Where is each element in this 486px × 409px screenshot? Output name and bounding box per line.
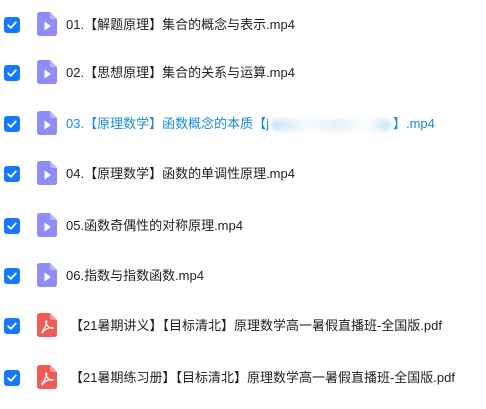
video-file-icon [37,263,57,287]
file-row[interactable]: 02.【思想原理】集合的关系与运算.mp4 [0,48,486,98]
video-file-icon [37,12,57,36]
file-name[interactable]: 02.【思想原理】集合的关系与运算.mp4 [66,65,295,81]
checkmark-icon [7,222,17,230]
file-row[interactable]: 05.函数奇偶性的对称原理.mp4 [0,201,486,251]
video-file-icon [37,111,57,135]
file-row[interactable]: 01.【解题原理】集合的概念与表示.mp4 [0,0,486,50]
checkbox[interactable] [4,318,20,334]
file-name[interactable]: 【21暑期练习册】【目标清北】原理数学高一暑假直播班-全国版.pdf [70,370,455,386]
file-name[interactable]: 03.【原理数学】函数概念的本质【j 】.mp4 [66,116,435,132]
file-row-selected[interactable]: 03.【原理数学】函数概念的本质【j 】.mp4 [0,99,486,149]
checkmark-icon [7,21,17,29]
file-name[interactable]: 01.【解题原理】集合的概念与表示.mp4 [66,17,295,33]
checkbox[interactable] [4,17,20,33]
pdf-file-icon [37,365,57,389]
file-name[interactable]: 05.函数奇偶性的对称原理.mp4 [66,218,243,234]
file-name[interactable]: 04.【原理数学】函数的单调性原理.mp4 [66,166,295,182]
checkbox[interactable] [4,268,20,284]
video-file-icon [37,161,57,185]
file-name-suffix: 】.mp4 [392,116,435,131]
checkmark-icon [7,272,17,280]
blurred-text [270,118,391,131]
checkmark-icon [7,322,17,330]
pdf-file-icon [37,313,57,337]
file-row[interactable]: 【21暑期练习册】【目标清北】原理数学高一暑假直播班-全国版.pdf [0,353,486,403]
checkmark-icon [7,120,17,128]
checkmark-icon [7,374,17,382]
checkbox[interactable] [4,166,20,182]
file-row[interactable]: 04.【原理数学】函数的单调性原理.mp4 [0,149,486,199]
checkbox[interactable] [4,65,20,81]
file-name[interactable]: 【21暑期讲义】【目标清北】原理数学高一暑假直播班-全国版.pdf [70,318,442,334]
video-file-icon [37,213,57,237]
file-name[interactable]: 06.指数与指数函数.mp4 [66,268,204,284]
video-file-icon [37,60,57,84]
checkbox[interactable] [4,116,20,132]
checkbox[interactable] [4,218,20,234]
checkbox[interactable] [4,370,20,386]
file-list: 01.【解题原理】集合的概念与表示.mp4 02.【思想原理】集合的关系与运算.… [0,0,486,409]
file-row[interactable]: 06.指数与指数函数.mp4 [0,251,486,301]
checkmark-icon [7,69,17,77]
checkmark-icon [7,170,17,178]
file-name-prefix: 03.【原理数学】函数概念的本质【j [66,116,269,131]
file-row[interactable]: 【21暑期讲义】【目标清北】原理数学高一暑假直播班-全国版.pdf [0,301,486,351]
